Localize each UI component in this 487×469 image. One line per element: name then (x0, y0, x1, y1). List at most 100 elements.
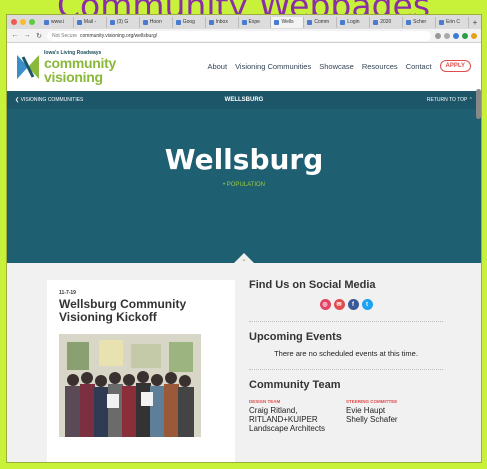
tab-favicon-icon (439, 19, 445, 25)
tab-favicon-icon (274, 19, 280, 25)
group-photo-image (59, 334, 201, 438)
back-arrow-icon[interactable]: ← (11, 32, 19, 39)
tab-label: Scher (413, 18, 427, 25)
tab-label: Wells (281, 18, 294, 25)
chevron-up-icon: ⌃ (467, 97, 473, 103)
divider (249, 369, 443, 370)
tab-favicon-icon (76, 19, 82, 25)
steering-committee-label: STEERING COMMITTEE (346, 399, 398, 404)
browser-tab[interactable]: Hoon (140, 16, 173, 28)
nav-resources[interactable]: Resources (362, 62, 398, 71)
back-to-communities-link[interactable]: ❮ VISIONING COMMUNITIES (15, 97, 83, 103)
secondary-nav-bar: ❮ VISIONING COMMUNITIES WELLSBURG RETURN… (7, 91, 481, 109)
bookmark-star-icon[interactable] (444, 32, 450, 39)
steering-member: Shelly Schafer (346, 414, 398, 424)
tab-favicon-icon (406, 19, 412, 25)
tab-label: Goog (182, 18, 195, 25)
maximize-window-icon[interactable] (29, 19, 35, 25)
return-to-top-link[interactable]: RETURN TO TOP ⌃ (427, 97, 473, 103)
browser-tab[interactable]: Mail - (74, 16, 107, 28)
browser-tab[interactable]: Goog (173, 16, 206, 28)
profile-avatar[interactable] (471, 32, 477, 39)
browser-tabs: www.i Mail - (3) G Hoon Goog Inbox Expe Wells Co… (41, 16, 469, 28)
new-tab-button[interactable]: + (469, 18, 481, 27)
tab-label: Comm (314, 18, 330, 25)
tab-label: Erin C (446, 18, 460, 25)
design-team-names: Craig Ritland, RITLAND+KUIPER Landscape … (249, 406, 326, 433)
tab-favicon-icon (373, 19, 379, 25)
facebook-icon[interactable]: f (347, 299, 359, 310)
browser-tab[interactable]: Login (337, 16, 371, 28)
post-title[interactable]: Wellsburg Community Visioning Kickoff (59, 297, 219, 324)
post-date: 11-7-19 (59, 290, 76, 296)
browser-tab[interactable]: Wells (271, 16, 305, 28)
nav-showcase[interactable]: Showcase (319, 62, 354, 71)
logo-word-community: community (44, 54, 116, 71)
instagram-icon[interactable]: ◎ (319, 299, 331, 310)
reload-icon[interactable]: ↻ (35, 32, 43, 40)
social-heading: Find Us on Social Media (249, 279, 376, 291)
no-events-message: There are no scheduled events at this ti… (274, 349, 418, 358)
hero-banner: Wellsburg • POPULATION ⌄ (7, 109, 481, 264)
browser-tab[interactable]: Scher (403, 16, 437, 28)
social-links: ◎ ✉ f t (249, 299, 443, 310)
extension-icon[interactable] (462, 32, 468, 39)
main-content: 11-7-19 Wellsburg Community Visioning Ki… (7, 263, 481, 462)
tab-label: Hoon (149, 18, 162, 25)
steering-committee-column: STEERING COMMITTEE Evie Haupt Shelly Sch… (346, 399, 443, 433)
logo-word-visioning: visioning (44, 68, 103, 85)
window-controls (11, 19, 35, 25)
email-icon[interactable]: ✉ (333, 299, 345, 310)
design-team-column: DESIGN TEAM Craig Ritland, RITLAND+KUIPE… (249, 399, 346, 433)
browser-tab[interactable]: www.i (41, 16, 74, 28)
tab-label: Login (347, 18, 360, 25)
tab-strip: www.i Mail - (3) G Hoon Goog Inbox Expe Wells Co… (7, 15, 481, 29)
chevron-down-icon[interactable]: ⌄ (241, 255, 247, 263)
security-warning-label: Not Secure (52, 32, 78, 39)
design-team-label: DESIGN TEAM (249, 399, 281, 404)
tab-favicon-icon (175, 19, 181, 25)
tab-favicon-icon (142, 19, 148, 25)
zoom-icon[interactable] (435, 32, 441, 39)
nav-contact[interactable]: Contact (406, 62, 432, 71)
browser-tab[interactable]: Erin C (436, 16, 469, 28)
tab-label: Inbox (215, 18, 228, 25)
site-logo[interactable]: Iowa's Living Roadways community visioni… (15, 50, 116, 85)
minimize-window-icon[interactable] (20, 19, 26, 25)
browser-tab[interactable]: Inbox (206, 16, 239, 28)
browser-tab[interactable]: Expe (239, 16, 272, 28)
tab-favicon-icon (307, 19, 313, 25)
twitter-icon[interactable]: t (361, 299, 373, 310)
close-window-icon[interactable] (11, 19, 17, 25)
tab-label: (3) G (116, 18, 129, 25)
tab-label: www.i (51, 18, 65, 25)
sidebar: Find Us on Social Media ◎ ✉ f t Upcoming… (249, 279, 443, 433)
tab-favicon-icon (241, 19, 247, 25)
nav-visioning-communities[interactable]: Visioning Communities (235, 62, 311, 71)
tab-favicon-icon (340, 19, 346, 25)
nav-about[interactable]: About (207, 62, 227, 71)
group-photo[interactable] (59, 334, 201, 438)
tab-label: Mail - (83, 18, 97, 25)
page-scrollbar[interactable] (476, 89, 481, 119)
apply-button[interactable]: APPLY (439, 60, 471, 72)
site-header: Iowa's Living Roadways community visioni… (7, 43, 481, 91)
extension-icon[interactable] (453, 32, 459, 39)
browser-tab[interactable]: 2020 (370, 16, 404, 28)
forward-arrow-icon[interactable]: → (23, 32, 31, 39)
url-input[interactable]: Not Secure community.visioning.org/wells… (47, 30, 431, 41)
browser-tab[interactable]: (3) G (107, 16, 140, 28)
address-bar-row: ← → ↻ Not Secure community.visioning.org… (7, 29, 481, 43)
tab-favicon-icon (208, 19, 214, 25)
post-card[interactable]: 11-7-19 Wellsburg Community Visioning Ki… (47, 280, 235, 462)
main-nav: About Visioning Communities Showcase Res… (207, 60, 471, 72)
hero-title: Wellsburg (164, 143, 324, 176)
logo-mark-icon (17, 55, 39, 79)
tab-label: 2020 (380, 18, 392, 25)
tab-label: Expe (248, 18, 260, 25)
extension-icons (435, 32, 477, 39)
team-columns: DESIGN TEAM Craig Ritland, RITLAND+KUIPE… (249, 399, 443, 433)
browser-tab[interactable]: Comm (304, 16, 338, 28)
events-heading: Upcoming Events (249, 331, 342, 343)
tab-favicon-icon (109, 19, 115, 25)
